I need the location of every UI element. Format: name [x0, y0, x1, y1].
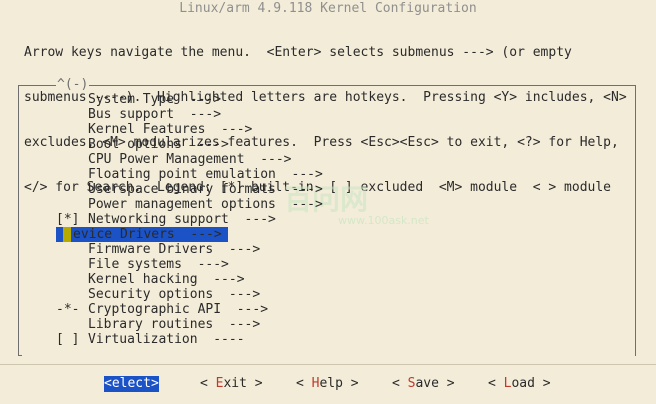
help-button[interactable]: < Help > — [296, 376, 359, 392]
item-hotkey: N — [88, 212, 96, 227]
save-close: > — [438, 376, 455, 391]
menu-item-boot-options[interactable]: Boot options ---> — [56, 137, 616, 152]
item-hotkey: K — [88, 272, 96, 287]
item-checkbox[interactable]: [ ] — [56, 332, 88, 347]
item-label: ryptographic API ---> — [95, 302, 269, 317]
help-line: Arrow keys navigate the menu. <Enter> se… — [24, 45, 572, 60]
item-label: loating point emulation ---> — [95, 167, 323, 182]
exit-button[interactable]: < Exit > — [200, 376, 263, 392]
menu-item-kernel-hacking[interactable]: Kernel hacking ---> — [56, 272, 616, 287]
item-hotkey: K — [88, 122, 96, 137]
item-hotkey: S — [88, 92, 96, 107]
item-hotkey: F — [88, 257, 96, 272]
load-open: < — [488, 376, 504, 391]
item-hotkey: V — [88, 332, 96, 347]
menu-item-power-management[interactable]: Power management options ---> — [56, 197, 616, 212]
item-hotkey: U — [88, 182, 96, 197]
select-open: < — [104, 376, 112, 391]
item-mark: -*- — [56, 302, 80, 317]
item-label: etworking support ---> — [95, 212, 276, 227]
menu-item-cpu-power-management[interactable]: C PU Power Management ---> — [56, 152, 616, 167]
item-hotkey: C — [88, 302, 96, 317]
menu-item-security-options[interactable]: Security options ---> — [56, 287, 616, 302]
item-label: ernel hacking ---> — [95, 272, 245, 287]
item-hotkey: B — [88, 137, 96, 152]
menu-item-cryptographic-api[interactable]: -*- Cryptographic API ---> — [56, 302, 616, 317]
item-hotkey: C — [88, 152, 96, 167]
exit-open: < — [200, 376, 216, 391]
item-label: ile systems ---> — [95, 257, 229, 272]
help-close: > — [342, 376, 359, 391]
menu-item-networking-support[interactable]: [*] Networking support ---> — [56, 212, 616, 227]
menu-item-bus-support[interactable]: Bus support ---> — [56, 107, 616, 122]
menu-item-floating-point[interactable]: Floating point emulation ---> — [56, 167, 616, 182]
item-hotkey: P — [88, 197, 96, 212]
item-hotkey: F — [88, 167, 96, 182]
exit-label: xit — [223, 376, 247, 391]
item-label: serspace binary formats ---> — [95, 182, 323, 197]
exit-close: > — [246, 376, 263, 391]
item-label: ernel Features ---> — [95, 122, 253, 137]
menu-list: System Type ---> Bus support ---> Kernel… — [56, 92, 616, 347]
item-hotkey: B — [88, 107, 96, 122]
item-label: PU Power Management ---> — [95, 152, 292, 167]
button-divider — [0, 364, 656, 365]
save-open: < — [392, 376, 408, 391]
load-close: > — [534, 376, 551, 391]
item-label: ower management options ---> — [95, 197, 323, 212]
item-label: us support ---> — [95, 107, 222, 122]
select-close: > — [150, 376, 159, 391]
select-button[interactable]: <Select> — [104, 376, 159, 392]
menu-item-library-routines[interactable]: Library routines ---> — [56, 317, 616, 332]
item-label: ibrary routines ---> — [95, 317, 261, 332]
menu-item-userspace-binary[interactable]: Userspace binary formats ---> — [56, 182, 616, 197]
help-label: elp — [319, 376, 343, 391]
load-label: oad — [511, 376, 535, 391]
save-label: ave — [415, 376, 439, 391]
select-label: elect — [111, 376, 151, 391]
load-button[interactable]: < Load > — [488, 376, 551, 392]
menu-item-firmware-drivers[interactable]: Firmware Drivers ---> — [56, 242, 616, 257]
help-open: < — [296, 376, 312, 391]
item-label: irmware Drivers ---> — [95, 242, 261, 257]
item-hotkey: L — [88, 317, 96, 332]
menu-item-virtualization[interactable]: [ ] Virtualization ---- — [56, 332, 616, 347]
item-hotkey: F — [88, 242, 96, 257]
scroll-indicator: ^(-) — [56, 77, 90, 92]
item-label: ecurity options ---> — [95, 287, 261, 302]
item-label: ystem Type ---> — [95, 92, 222, 107]
button-bar: <Select> < Exit > < Help > < Save > < Lo… — [0, 376, 656, 392]
save-button[interactable]: < Save > — [392, 376, 455, 392]
menu-item-file-systems[interactable]: File systems ---> — [56, 257, 616, 272]
item-label: irtualization ---- — [95, 332, 245, 347]
cursor-block — [63, 227, 71, 242]
menu-item-system-type[interactable]: System Type ---> — [56, 92, 616, 107]
item-hotkey: S — [88, 287, 96, 302]
item-label: oot options ---> — [95, 137, 229, 152]
menu-item-kernel-features[interactable]: Kernel Features ---> — [56, 122, 616, 137]
selection-highlight: Device Drivers ---> — [56, 227, 228, 242]
menu-item-device-drivers[interactable]: Device Drivers ---> — [56, 227, 616, 242]
item-label: evice Drivers ---> — [73, 227, 222, 242]
menu-frame-corner — [18, 355, 22, 356]
item-checkbox[interactable]: [*] — [56, 212, 88, 227]
